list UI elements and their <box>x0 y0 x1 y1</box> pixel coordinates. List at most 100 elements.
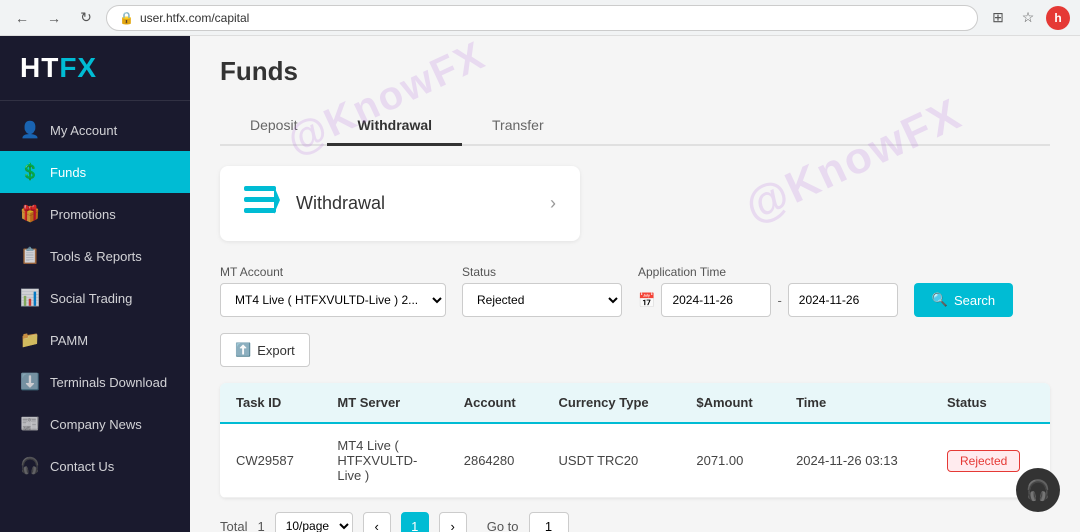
sidebar-item-funds[interactable]: 💲 Funds <box>0 151 190 193</box>
th-status: Status <box>931 383 1050 423</box>
search-btn-label: Search <box>954 293 995 308</box>
tabs-bar: DepositWithdrawalTransfer <box>220 107 1050 146</box>
sidebar-item-my-account[interactable]: 👤 My Account <box>0 109 190 151</box>
withdrawal-card[interactable]: Withdrawal › <box>220 166 580 241</box>
sidebar-item-contact-us[interactable]: 🎧 Contact Us <box>0 445 190 487</box>
content-area: @KnowFX @KnowFX Funds DepositWithdrawalT… <box>220 56 1050 532</box>
date-to-input[interactable] <box>788 283 898 317</box>
nav-icon-funds: 💲 <box>20 162 40 182</box>
bookmark-button[interactable]: ☆ <box>1016 6 1040 30</box>
cell-task-id: CW29587 <box>220 423 321 498</box>
sidebar-item-pamm[interactable]: 📁 PAMM <box>0 319 190 361</box>
mt-account-filter: MT Account MT4 Live ( HTFXVULTD-Live ) 2… <box>220 265 446 317</box>
nav-label-promotions: Promotions <box>50 207 116 222</box>
address-bar[interactable]: 🔒 user.htfx.com/capital <box>106 5 978 31</box>
filters-row: MT Account MT4 Live ( HTFXVULTD-Live ) 2… <box>220 265 1050 367</box>
status-filter: Status Rejected <box>462 265 622 317</box>
nav-icon-pamm: 📁 <box>20 330 40 350</box>
nav-icon-terminals-download: ⬇️ <box>20 372 40 392</box>
logo: HTFX <box>0 36 190 101</box>
app-layout: HTFX 👤 My Account 💲 Funds 🎁 Promotions 📋 Tools … <box>0 36 1080 532</box>
logo-ht: HT <box>20 52 59 83</box>
date-separator: - <box>777 293 781 308</box>
nav-label-tools-reports: Tools & Reports <box>50 249 142 264</box>
export-icon: ⬆️ <box>235 342 251 358</box>
nav-label-my-account: My Account <box>50 123 117 138</box>
withdrawal-card-arrow: › <box>550 193 556 214</box>
search-icon: 🔍 <box>932 292 948 308</box>
app-time-label: Application Time <box>638 265 898 279</box>
table-head: Task IDMT ServerAccountCurrency Type$Amo… <box>220 383 1050 423</box>
date-filter: Application Time 📅 - <box>638 265 898 317</box>
main-content: @KnowFX @KnowFX Funds DepositWithdrawalT… <box>190 36 1080 532</box>
next-page-button[interactable]: › <box>439 512 467 532</box>
export-button[interactable]: ⬆️ Export <box>220 333 310 367</box>
sidebar-item-social-trading[interactable]: 📊 Social Trading <box>0 277 190 319</box>
pagination-row: Total 1 10/page ‹ 1 › Go to <box>220 498 1050 532</box>
tab-deposit[interactable]: Deposit <box>220 107 327 146</box>
logo-text: HTFX <box>20 52 170 84</box>
prev-page-button[interactable]: ‹ <box>363 512 391 532</box>
table-body: CW29587 MT4 Live (HTFXVULTD-Live ) 28642… <box>220 423 1050 498</box>
sidebar-nav: 👤 My Account 💲 Funds 🎁 Promotions 📋 Tools & Rep… <box>0 101 190 532</box>
nav-icon-contact-us: 🎧 <box>20 456 40 476</box>
cell-currency-type: USDT TRC20 <box>543 423 681 498</box>
sidebar: HTFX 👤 My Account 💲 Funds 🎁 Promotions 📋 Tools … <box>0 36 190 532</box>
support-button[interactable]: 🎧 <box>1016 468 1060 512</box>
date-range: 📅 - <box>638 283 898 317</box>
th-mt-server: MT Server <box>321 383 447 423</box>
sidebar-item-tools-reports[interactable]: 📋 Tools & Reports <box>0 235 190 277</box>
nav-icon-social-trading: 📊 <box>20 288 40 308</box>
cell-account: 2864280 <box>448 423 543 498</box>
goto-input[interactable] <box>529 512 569 532</box>
data-table: Task IDMT ServerAccountCurrency Type$Amo… <box>220 383 1050 498</box>
browser-chrome: ← → ↻ 🔒 user.htfx.com/capital ⊞ ☆ h <box>0 0 1080 36</box>
page-title: Funds <box>220 56 1050 87</box>
nav-icon-my-account: 👤 <box>20 120 40 140</box>
browser-profile-avatar[interactable]: h <box>1046 6 1070 30</box>
mt-account-label: MT Account <box>220 265 446 279</box>
sidebar-item-terminals-download[interactable]: ⬇️ Terminals Download <box>0 361 190 403</box>
th--amount: $Amount <box>680 383 780 423</box>
sidebar-item-company-news[interactable]: 📰 Company News <box>0 403 190 445</box>
cell-time: 2024-11-26 03:13 <box>780 423 931 498</box>
nav-icon-promotions: 🎁 <box>20 204 40 224</box>
th-time: Time <box>780 383 931 423</box>
nav-icon-company-news: 📰 <box>20 414 40 434</box>
goto-label: Go to <box>487 519 519 532</box>
forward-button[interactable]: → <box>42 6 66 30</box>
url-text: user.htfx.com/capital <box>140 11 249 25</box>
th-currency-type: Currency Type <box>543 383 681 423</box>
nav-label-contact-us: Contact Us <box>50 459 114 474</box>
export-btn-label: Export <box>257 343 295 358</box>
status-badge: Rejected <box>947 450 1020 472</box>
cell-amount: 2071.00 <box>680 423 780 498</box>
page-size-select[interactable]: 10/page <box>275 512 353 532</box>
status-select[interactable]: Rejected <box>462 283 622 317</box>
page-1-button[interactable]: 1 <box>401 512 429 532</box>
nav-label-terminals-download: Terminals Download <box>50 375 167 390</box>
tab-withdrawal[interactable]: Withdrawal <box>327 107 462 146</box>
search-button[interactable]: 🔍 Search <box>914 283 1013 317</box>
logo-fx: FX <box>59 52 97 83</box>
total-label: Total <box>220 519 247 532</box>
nav-label-company-news: Company News <box>50 417 142 432</box>
withdrawal-card-icon <box>244 186 280 221</box>
extensions-button[interactable]: ⊞ <box>986 6 1010 30</box>
withdrawal-card-label: Withdrawal <box>296 193 534 214</box>
nav-label-pamm: PAMM <box>50 333 88 348</box>
total-count: 1 <box>257 519 264 532</box>
table-row: CW29587 MT4 Live (HTFXVULTD-Live ) 28642… <box>220 423 1050 498</box>
cell-mt-server: MT4 Live (HTFXVULTD-Live ) <box>321 423 447 498</box>
back-button[interactable]: ← <box>10 6 34 30</box>
th-task-id: Task ID <box>220 383 321 423</box>
status-label: Status <box>462 265 622 279</box>
date-from-input[interactable] <box>661 283 771 317</box>
sidebar-item-promotions[interactable]: 🎁 Promotions <box>0 193 190 235</box>
nav-label-social-trading: Social Trading <box>50 291 132 306</box>
nav-icon-tools-reports: 📋 <box>20 246 40 266</box>
refresh-button[interactable]: ↻ <box>74 6 98 30</box>
mt-account-select[interactable]: MT4 Live ( HTFXVULTD-Live ) 2... <box>220 283 446 317</box>
nav-label-funds: Funds <box>50 165 86 180</box>
tab-transfer[interactable]: Transfer <box>462 107 574 146</box>
